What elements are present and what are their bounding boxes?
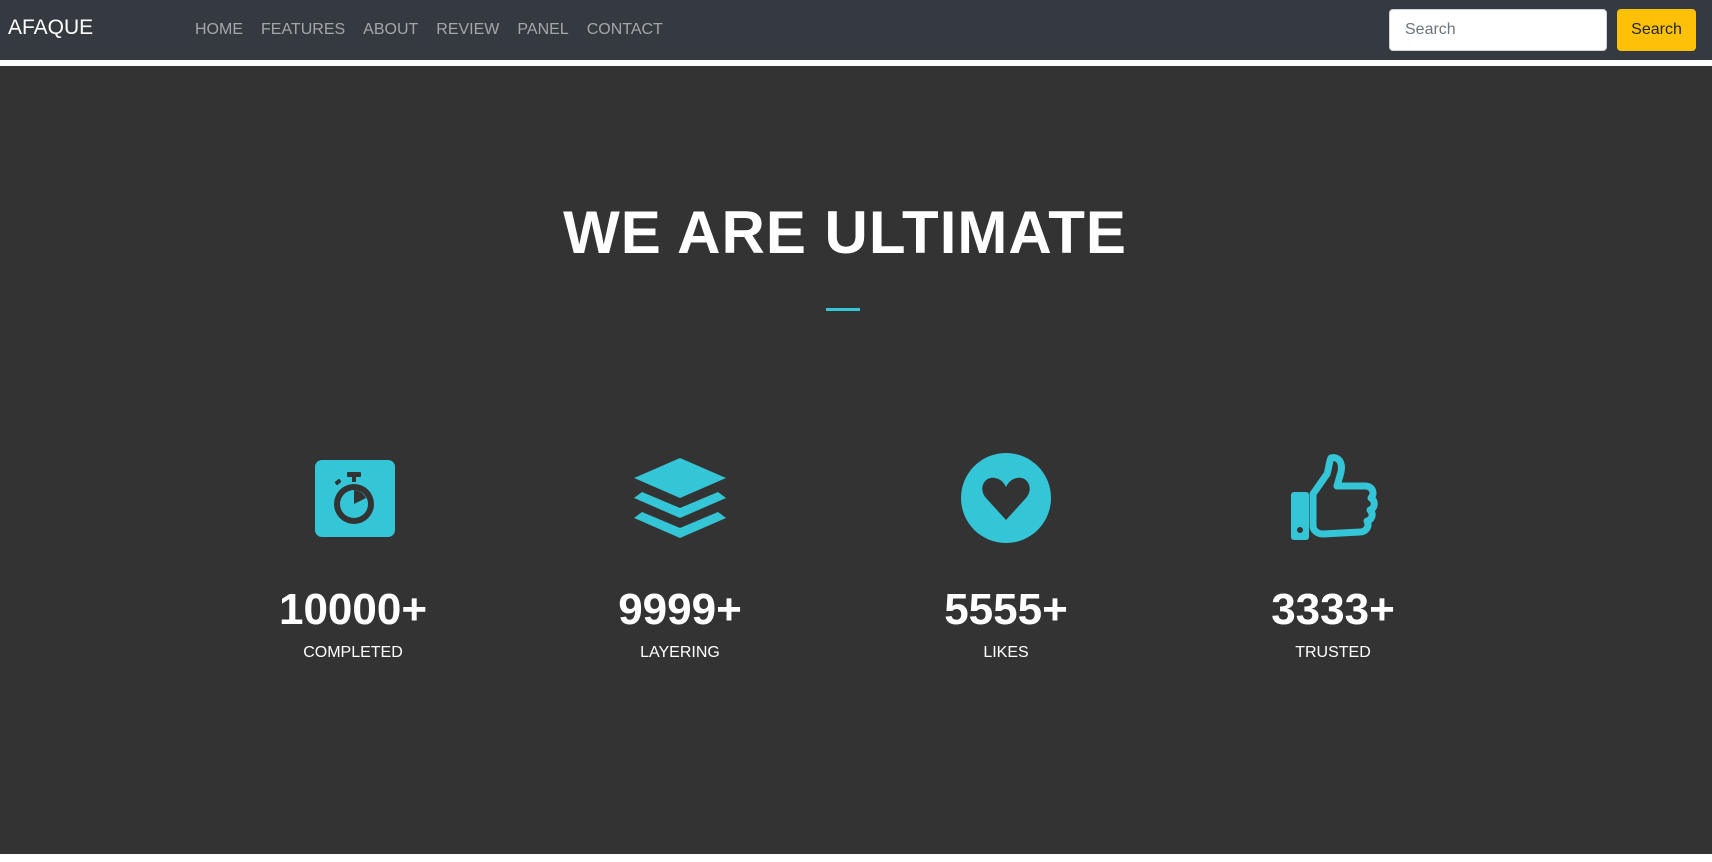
nav-link-features[interactable]: FEATURES xyxy=(252,21,354,39)
stat-likes: 5555+ LIKES xyxy=(856,448,1156,662)
stat-label: TRUSTED xyxy=(1295,644,1371,661)
stat-completed: 10000+ COMPLETED xyxy=(203,448,503,662)
thumbs-up-icon xyxy=(1291,454,1378,540)
stat-label: LAYERING xyxy=(640,644,720,661)
nav-link-contact[interactable]: CONTACT xyxy=(578,21,672,39)
stat-label: LIKES xyxy=(983,644,1029,661)
stat-label: COMPLETED xyxy=(303,644,403,661)
nav-link-about[interactable]: ABOUT xyxy=(354,21,427,39)
stat-number: 10000+ xyxy=(278,585,428,634)
stat-number: 3333+ xyxy=(1271,585,1395,634)
stat-trusted: 3333+ TRUSTED xyxy=(1183,448,1483,662)
nav-link-review[interactable]: REVIEW xyxy=(427,21,508,39)
stat-layering: 9999+ LAYERING xyxy=(530,448,830,662)
heart-icon xyxy=(961,453,1051,543)
navbar: AFAQUE HOME FEATURES ABOUT REVIEW PANEL … xyxy=(0,0,1712,60)
stat-number: 9999+ xyxy=(618,585,742,634)
search-button[interactable]: Search xyxy=(1617,9,1696,51)
bottom-divider xyxy=(0,854,1712,862)
stat-number: 5555+ xyxy=(944,585,1068,634)
layers-icon xyxy=(634,458,726,538)
search-form: Search xyxy=(1389,9,1696,51)
nav-link-panel[interactable]: PANEL xyxy=(508,21,577,39)
title-underline xyxy=(826,308,860,311)
section-title: WE ARE ULTIMATE xyxy=(563,199,1127,266)
stopwatch-icon xyxy=(315,460,395,537)
nav-link-home[interactable]: HOME xyxy=(186,21,252,39)
stats-section: WE ARE ULTIMATE 10000+ COMPLETED 9999+ L… xyxy=(0,66,1712,854)
nav-links: HOME FEATURES ABOUT REVIEW PANEL CONTACT xyxy=(186,0,672,60)
search-input[interactable] xyxy=(1389,9,1607,51)
brand-logo[interactable]: AFAQUE xyxy=(8,16,93,40)
